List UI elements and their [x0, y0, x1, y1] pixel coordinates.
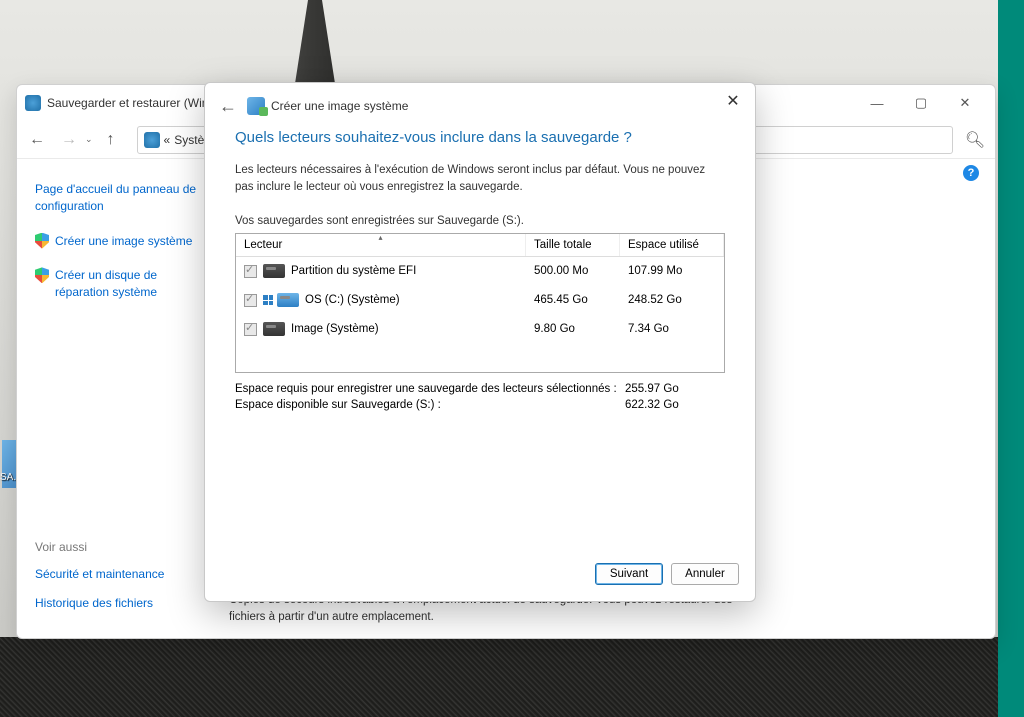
drive-selection-table: ▴ Lecteur Taille totale Espace utilisé P… [235, 233, 725, 373]
dialog-titlebar[interactable]: ← Créer une image système ✕ [205, 83, 755, 129]
dialog-title: Créer une image système [271, 99, 745, 113]
sidebar-home-link[interactable]: Page d'accueil du panneau de configurati… [35, 177, 201, 219]
desktop-shortcut-label: SA. [0, 472, 16, 483]
see-also-heading: Voir aussi [35, 540, 164, 554]
table-header[interactable]: ▴ Lecteur Taille totale Espace utilisé [236, 234, 724, 257]
drive-icon [263, 264, 285, 278]
drive-used-space: 7.34 Go [620, 323, 724, 335]
drive-row[interactable]: Partition du système EFI 500.00 Mo107.99 … [236, 257, 724, 286]
sidebar-create-image-label: Créer une image système [55, 233, 192, 250]
dialog-description: Les lecteurs nécessaires à l'exécution d… [235, 162, 725, 197]
drive-checkbox[interactable] [244, 265, 257, 278]
next-button[interactable]: Suivant [595, 563, 663, 585]
nav-back-button[interactable]: ← [23, 126, 51, 154]
available-space-value: 622.32 Go [625, 399, 725, 411]
breadcrumb-prefix: « [164, 133, 171, 147]
column-used[interactable]: Espace utilisé [620, 234, 724, 256]
dialog-footer: Suivant Annuler [205, 551, 755, 601]
drive-icon [277, 293, 299, 307]
dialog-body: Quels lecteurs souhaitez-vous inclure da… [205, 129, 755, 551]
drive-checkbox[interactable] [244, 323, 257, 336]
drive-used-space: 248.52 Go [620, 294, 724, 306]
breadcrumb-text: Systè [174, 133, 204, 147]
breadcrumb-icon [144, 132, 160, 148]
shield-icon [35, 233, 49, 249]
nav-forward-button[interactable]: → [55, 126, 83, 154]
help-icon[interactable]: ? [963, 165, 979, 181]
drive-used-space: 107.99 Mo [620, 265, 724, 277]
drive-total-size: 465.45 Go [526, 294, 620, 306]
nav-up-button[interactable]: ↑ [97, 126, 125, 154]
create-system-image-dialog: ← Créer une image système ✕ Quels lecteu… [204, 82, 756, 602]
drive-icon [263, 322, 285, 336]
column-total[interactable]: Taille totale [526, 234, 620, 256]
available-space-label: Espace disponible sur Sauvegarde (S:) : [235, 399, 625, 411]
dialog-heading: Quels lecteurs souhaitez-vous inclure da… [235, 129, 725, 146]
required-space-label: Espace requis pour enregistrer une sauve… [235, 383, 625, 395]
maximize-button[interactable]: ▢ [899, 89, 943, 117]
drive-row[interactable]: Image (Système) 9.80 Go7.34 Go [236, 315, 724, 344]
sidebar-create-image-link[interactable]: Créer une image système [35, 229, 201, 254]
required-space-row: Espace requis pour enregistrer une sauve… [235, 383, 725, 395]
wallpaper-bottom [0, 637, 998, 717]
cancel-button[interactable]: Annuler [671, 563, 739, 585]
drive-name: Image (Système) [291, 323, 379, 335]
file-history-link[interactable]: Historique des fichiers [35, 591, 164, 616]
drive-name: Partition du système EFI [291, 265, 416, 277]
system-image-icon [247, 97, 265, 115]
drive-total-size: 500.00 Mo [526, 265, 620, 277]
windows-logo-icon [263, 295, 273, 305]
drive-checkbox[interactable] [244, 294, 257, 307]
dialog-close-button[interactable]: ✕ [713, 87, 753, 115]
sort-indicator-icon: ▴ [378, 233, 382, 242]
available-space-row: Espace disponible sur Sauvegarde (S:) : … [235, 399, 725, 411]
security-maintenance-link[interactable]: Sécurité et maintenance [35, 562, 164, 587]
minimize-button[interactable]: ― [855, 89, 899, 117]
control-panel-icon [25, 95, 41, 111]
search-icon[interactable]: 🔍︎ [961, 126, 989, 154]
sidebar-footer: Voir aussi Sécurité et maintenance Histo… [35, 540, 164, 620]
shield-icon [35, 267, 49, 283]
save-location-note: Vos sauvegardes sont enregistrées sur Sa… [235, 215, 725, 227]
sidebar-create-disc-link[interactable]: Créer un disque de réparation système [35, 263, 201, 305]
sidebar-create-disc-label: Créer un disque de réparation système [55, 267, 201, 301]
column-drive[interactable]: ▴ Lecteur [236, 234, 526, 256]
drive-name: OS (C:) (Système) [305, 294, 400, 306]
dialog-back-button[interactable]: ← [215, 93, 241, 119]
close-button[interactable]: ✕ [943, 89, 987, 117]
drive-row[interactable]: OS (C:) (Système) 465.45 Go248.52 Go [236, 286, 724, 315]
required-space-value: 255.97 Go [625, 383, 725, 395]
drive-total-size: 9.80 Go [526, 323, 620, 335]
nav-history-dropdown[interactable]: ⌄ [85, 134, 93, 145]
wallpaper-spire [280, 0, 350, 90]
